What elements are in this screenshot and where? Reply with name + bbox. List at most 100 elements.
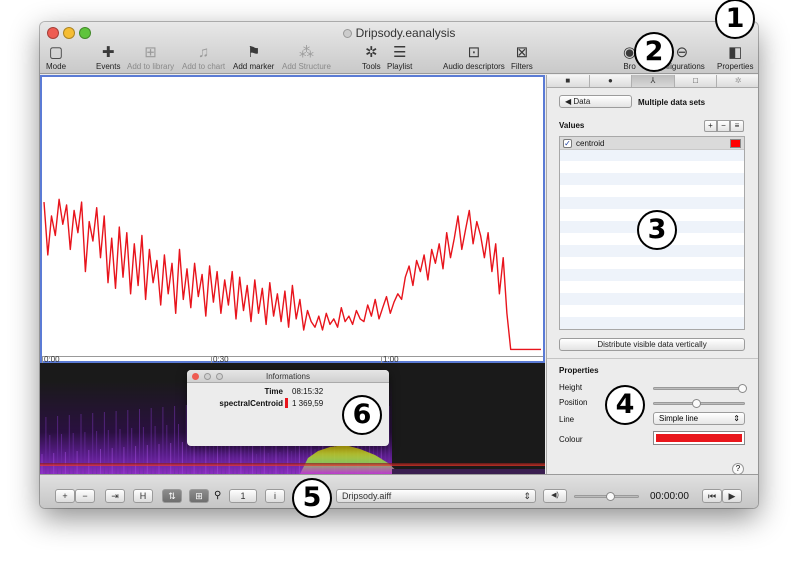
centroid-label: centroid (576, 139, 605, 148)
info-close-button[interactable] (192, 373, 199, 380)
properties-label: Properties (559, 366, 599, 375)
bottom-bar: + − ⇥ H ⇅ ⊞ ⚲ 1 i Dripsody.aiff ⇕ ◀) 00:0… (40, 474, 758, 508)
page-field[interactable]: 1 (229, 489, 257, 503)
mode-label: Mode (46, 62, 67, 71)
zoom-in-button[interactable]: + (55, 489, 75, 503)
filter-icon: ⊠ (515, 44, 529, 61)
sidebar-tabs: ■ ● ⅄ □ ✲ (547, 75, 758, 88)
rewind-button[interactable]: ⏮ (702, 489, 722, 503)
audio-descriptors-label: Audio descriptors (443, 62, 505, 71)
properties-label: Properties (717, 62, 754, 71)
playlist-button[interactable]: ☰ Playlist (387, 44, 412, 71)
playback-time: 00:00:00 (650, 491, 689, 502)
tab-general[interactable]: ■ (547, 75, 590, 87)
add-to-chart-label: Add to chart (182, 62, 226, 71)
line-style-select[interactable]: Simple line ⇕ (653, 412, 745, 425)
window-title-text: Dripsody.eanalysis (355, 26, 456, 40)
add-marker-button[interactable]: ⚑ Add marker (233, 44, 274, 71)
colour-well[interactable] (653, 431, 745, 445)
file-select-arrows-icon: ⇕ (523, 491, 531, 501)
h-button[interactable]: H (133, 489, 153, 503)
zoom-icon: ⚲ (214, 490, 222, 501)
descriptor-plot[interactable]: 0:00 0:30 1:00 (40, 75, 545, 364)
line-style-value: Simple line (659, 414, 699, 423)
info-time-value: 08:15:32 (292, 387, 324, 396)
snap-button[interactable]: ⇥ (105, 489, 125, 503)
callout-6: 6 (342, 395, 382, 435)
add-value-button[interactable]: + (704, 120, 717, 132)
time-ruler[interactable]: 0:00 0:30 1:00 (42, 356, 543, 364)
line-label: Line (559, 415, 575, 424)
vertical-fit-button[interactable]: ⇅ (162, 489, 182, 503)
tab-view[interactable]: ● (590, 75, 633, 87)
volume-button[interactable]: ◀) (543, 489, 567, 503)
callout-2: 2 (634, 32, 674, 72)
list-item[interactable]: ✓ centroid (560, 137, 744, 150)
tab-layout[interactable]: □ (675, 75, 718, 87)
list-icon: ☰ (392, 44, 407, 61)
add-marker-label: Add marker (233, 62, 275, 71)
informations-title-bar: Informations (187, 370, 389, 383)
select-arrows-icon: ⇕ (733, 414, 740, 423)
centroid-curve (43, 198, 541, 351)
divider (547, 358, 758, 359)
zoom-out-button[interactable]: − (75, 489, 95, 503)
callout-1: 1 (715, 0, 755, 39)
height-slider[interactable] (653, 384, 748, 393)
events-label: Events (96, 62, 121, 71)
tools-button[interactable]: ✲ Tools (362, 44, 381, 71)
colour-label: Colour (559, 435, 583, 444)
plus-icon: ✚ (101, 44, 115, 61)
info-time-label: Time (264, 387, 283, 396)
informations-title: Informations (265, 372, 311, 381)
distribute-button[interactable]: Distribute visible data vertically (559, 338, 745, 351)
values-menu-button[interactable]: ≡ (730, 120, 744, 132)
position-slider[interactable] (653, 399, 745, 408)
volume-slider-knob[interactable] (605, 492, 615, 501)
volume-slider[interactable] (574, 492, 639, 501)
colour-well-fill (656, 434, 742, 442)
document-icon (342, 29, 352, 38)
audio-file-select[interactable]: Dripsody.aiff ⇕ (336, 489, 536, 503)
info-zoom-button[interactable] (216, 373, 223, 380)
properties-sidebar: ■ ● ⅄ □ ✲ ◀ Data Multiple data sets Valu… (546, 75, 758, 475)
callout-5: 5 (292, 478, 332, 518)
structure-icon: ⁂ (298, 44, 314, 61)
chart-icon: ♫ (197, 44, 210, 61)
browser-label: Bro (623, 62, 636, 71)
add-to-chart-button[interactable]: ♫ Add to chart (182, 44, 225, 71)
remove-value-button[interactable]: − (717, 120, 730, 132)
height-slider-knob[interactable] (738, 384, 748, 393)
mode-icon: ▢ (48, 44, 64, 61)
grid-button[interactable]: ⊞ (189, 489, 209, 503)
height-label: Height (559, 383, 583, 392)
events-button[interactable]: ✚ Events (96, 44, 120, 71)
descriptor-color-marker (285, 398, 288, 408)
values-label: Values (559, 121, 585, 130)
mode-button[interactable]: ▢ Mode (46, 44, 66, 71)
info-descriptor-value: 1 369,59 (292, 399, 324, 408)
position-slider-knob[interactable] (692, 399, 702, 408)
properties-icon: ◧ (728, 44, 743, 61)
app-window: Dripsody.eanalysis ▢ Mode ✚ Events ⊞ Add to… (40, 22, 758, 508)
info-descriptor-label: spectralCentroid (219, 399, 283, 408)
properties-button[interactable]: ◧ Properties (717, 44, 753, 71)
play-button[interactable]: ▶ (722, 489, 742, 503)
add-structure-label: Add Structure (282, 62, 331, 71)
tab-settings[interactable]: ✲ (717, 75, 758, 87)
add-to-library-button[interactable]: ⊞ Add to library (127, 44, 174, 71)
info-minimize-button[interactable] (204, 373, 211, 380)
add-to-library-label: Add to library (127, 62, 175, 71)
filters-button[interactable]: ⊠ Filters (511, 44, 533, 71)
waveform-icon: ⊡ (467, 44, 481, 61)
add-structure-button[interactable]: ⁂ Add Structure (282, 44, 331, 71)
flag-icon: ⚑ (246, 44, 261, 61)
centroid-color-swatch[interactable] (730, 139, 741, 148)
info-button[interactable]: i (265, 489, 285, 503)
centroid-checkbox[interactable]: ✓ (563, 139, 572, 148)
audio-descriptors-button[interactable]: ⊡ Audio descriptors (443, 44, 505, 71)
tab-data[interactable]: ⅄ (632, 75, 675, 87)
data-back-button[interactable]: ◀ Data (559, 95, 632, 108)
descriptor-curve (43, 198, 541, 351)
panel-header: Multiple data sets (638, 98, 706, 107)
